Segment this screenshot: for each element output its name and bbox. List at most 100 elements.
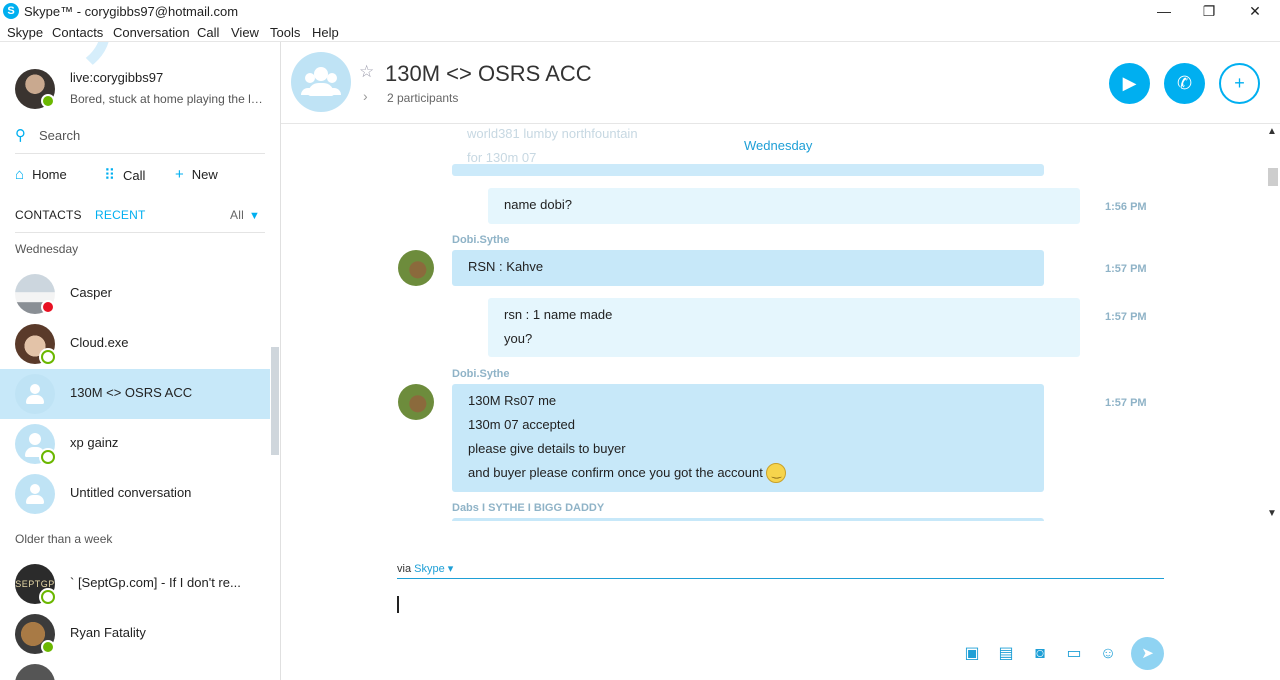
section-wednesday: Wednesday [15,242,79,256]
message-text: RSN : Kahve [468,259,544,274]
dialpad-icon: ⠿ [104,167,115,184]
star-icon[interactable]: ☆ [359,62,374,82]
message-bubble-outgoing[interactable]: rsn : 1 name made you? [488,298,1080,357]
menu-contacts[interactable]: Contacts [52,25,103,40]
sender-avatar[interactable] [398,250,434,286]
nav-home-label: Home [32,167,67,182]
message-bubble-incoming[interactable]: RSN : Kahve [452,250,1044,286]
message-text: 130M Rs07 me [468,393,557,408]
via-service-dropdown[interactable]: Skype ▾ [414,563,453,575]
message-bubble-partial [452,164,1044,176]
audio-call-button[interactable]: ✆ [1164,63,1205,104]
search-box[interactable]: ⚲ Search [15,124,265,154]
presence-online-icon [41,640,55,654]
message-bubble-incoming[interactable]: 130M Rs07 me 130m 07 accepted please giv… [452,384,1044,492]
conversation-title[interactable]: 130M <> OSRS ACC [385,61,592,87]
menu-skype[interactable]: Skype [7,25,43,40]
presence-busy-icon [41,300,55,314]
video-message-icon[interactable]: ◙ [1029,643,1051,665]
message-timestamp: 1:56 PM [1105,201,1147,213]
sender-avatar[interactable] [398,384,434,420]
chat-scrollbar[interactable]: ▲ ▼ [1264,124,1280,521]
home-icon: ⌂ [15,166,25,183]
contact-name: Cloud.exe [70,335,129,350]
menu-tools[interactable]: Tools [270,25,300,40]
tab-contacts[interactable]: CONTACTS [15,208,82,222]
compose-bar: via Skype ▾ [397,559,1164,579]
close-button[interactable]: ✕ [1232,0,1278,22]
message-text: please give details to buyer [468,441,626,456]
nav-call-label: Call [123,168,146,183]
emoticon-icon[interactable]: ☺ [1097,643,1119,665]
chat-history[interactable]: world381 lumby northfountain for 130m 07… [281,124,1264,521]
message-text: name dobi? [504,197,572,212]
phone-icon: ✆ [1176,73,1193,93]
send-contacts-icon[interactable]: ▭ [1063,643,1085,665]
message-timestamp: 1:57 PM [1105,397,1147,409]
send-file-icon[interactable]: ▤ [995,643,1017,665]
scroll-up-arrow-icon[interactable]: ▲ [1267,126,1277,137]
nav-new[interactable]: + New [175,166,218,183]
contact-name: xp gainz [70,435,119,450]
contact-item[interactable]: xp gainz [0,419,270,469]
contact-name: Casper [70,285,112,300]
nav-home[interactable]: ⌂ Home [15,166,67,183]
search-placeholder[interactable]: Search [39,128,80,143]
contact-item[interactable]: Cloud.exe [0,319,270,369]
message-text: rsn : 1 name made [504,307,613,322]
contact-item[interactable]: SEPTGP ` [SeptGp.com] - If I don't re... [0,559,270,609]
contact-item-selected[interactable]: 130M <> OSRS ACC [0,369,270,419]
profile-mood[interactable]: Bored, stuck at home playing the lo... [70,92,266,106]
group-icon [15,374,55,414]
restore-button[interactable]: ❐ [1186,0,1232,22]
contact-item[interactable]: Ryan Fatality [0,609,270,659]
add-person-icon: + [1234,73,1245,93]
menu-view[interactable]: View [231,25,259,40]
message-input-caret[interactable] [397,596,399,613]
contact-item[interactable] [0,659,270,680]
sidebar-scrollbar[interactable] [271,347,279,455]
message-text: you? [504,331,533,346]
send-arrow-icon: ➤ [1141,645,1154,662]
chevron-right-icon[interactable]: › [363,88,368,104]
chevron-down-icon[interactable]: ▼ [249,210,260,222]
group-avatar-icon[interactable] [291,52,351,112]
send-button[interactable]: ➤ [1131,637,1164,670]
contact-name: Ryan Fatality [70,625,146,640]
menu-call[interactable]: Call [197,25,219,40]
tab-recent[interactable]: RECENT [95,208,146,222]
presence-available-icon [41,350,55,364]
menu-conversation[interactable]: Conversation [113,25,190,40]
message-bubble-outgoing[interactable]: name dobi? [488,188,1080,224]
filter-dropdown[interactable]: All [230,208,244,222]
message-timestamp: 1:57 PM [1105,311,1147,323]
scroll-down-arrow-icon[interactable]: ▼ [1267,508,1277,519]
title-bar: S Skype™ - corygibbs97@hotmail.com — ❐ ✕ [0,0,1280,22]
sidebar: live:corygibbs97 Bored, stuck at home pl… [0,42,281,680]
message-sender: Dobi.Sythe [452,368,510,380]
profile-name[interactable]: live:corygibbs97 [70,70,163,85]
menu-help[interactable]: Help [312,25,339,40]
contact-item[interactable]: Casper [0,269,270,319]
scroll-thumb[interactable] [1268,168,1278,186]
smiley-emoticon-icon: ‿ [766,462,787,483]
presence-online-icon [41,94,55,108]
minimize-button[interactable]: — [1141,0,1187,22]
nav-call[interactable]: ⠿ Call [104,166,145,184]
contact-name: ` [SeptGp.com] - If I don't re... [70,575,241,590]
via-label: via [397,563,412,575]
send-media-icon[interactable]: ▣ [961,643,983,665]
plus-icon: + [175,166,184,183]
conversation-header: ☆ 130M <> OSRS ACC › 2 participants ▶ ✆ … [281,42,1280,124]
participants-count[interactable]: 2 participants [387,91,458,105]
message-sender: Dabs I SYTHE I BIGG DADDY [452,502,605,514]
section-older: Older than a week [15,532,113,546]
contact-item[interactable]: Untitled conversation [0,469,270,519]
add-participant-button[interactable]: + [1219,63,1260,104]
presence-available-icon [41,450,55,464]
contact-avatar [15,664,55,680]
message-text: and buyer please confirm once you got th… [468,465,763,480]
contact-tabs: CONTACTS RECENT All ▼ [15,207,265,233]
video-call-button[interactable]: ▶ [1109,63,1150,104]
contact-name: 130M <> OSRS ACC [70,385,193,400]
